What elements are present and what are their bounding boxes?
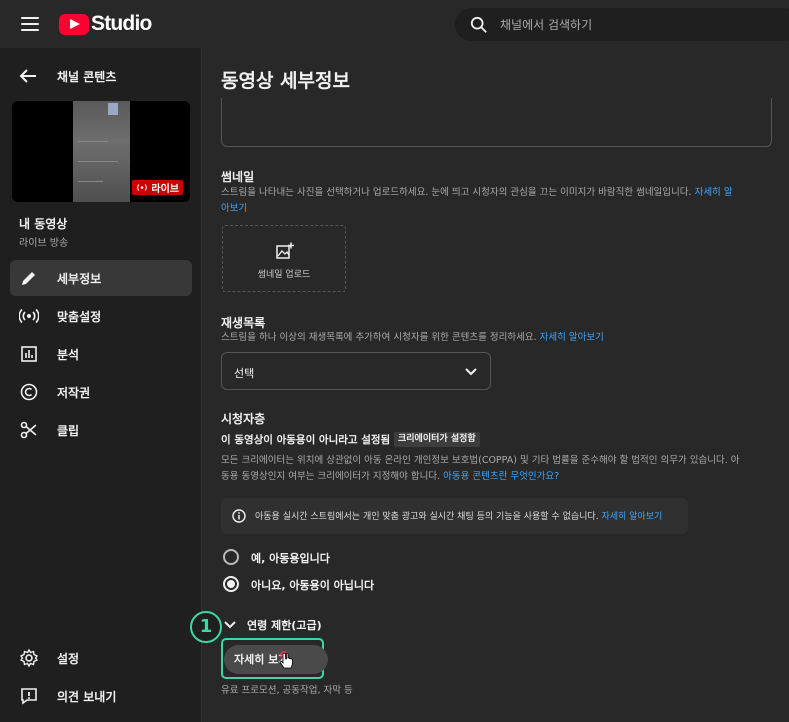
video-subtitle: 라이브 방송	[19, 238, 69, 249]
audience-desc-line2: 동용 동영상인지 여부는 크리에이터가 지정해야 합니다.	[221, 471, 441, 482]
studio-logo[interactable]: Studio	[59, 12, 152, 36]
sidebar-item-details[interactable]: 세부정보	[10, 260, 192, 296]
video-title: 내 동영상	[19, 217, 68, 231]
radio-made-for-kids-no[interactable]: 아니요, 아동용이 아닙니다	[223, 575, 523, 595]
live-broadcast-icon	[137, 184, 148, 191]
sidebar-item-feedback[interactable]: 의견 보내기	[10, 678, 192, 714]
thumbnail-learn-more-link-cont[interactable]: 아보기	[221, 203, 247, 214]
sidebar-item-copyright[interactable]: 저작권	[10, 374, 192, 410]
info-notice-text: 아동용 실시간 스트림에서는 개인 맞춤 광고와 실시간 채팅 등의 기능을 사…	[255, 509, 662, 522]
logo-text: Studio	[91, 12, 152, 35]
sidebar-item-clips[interactable]: 클립	[10, 412, 192, 448]
sidebar-item-label: 설정	[57, 652, 80, 666]
main-content: 동영상 세부정보 썸네일 스트림을 나타내는 사진을 선택하거나 업로드하세요.…	[203, 48, 789, 722]
thumbnail-section-title: 썸네일	[221, 170, 255, 184]
pencil-icon	[22, 272, 35, 285]
add-photo-icon	[276, 242, 294, 259]
page-title: 동영상 세부정보	[221, 70, 350, 92]
audience-desc-line1: 모든 크리에이터는 위치에 상관없이 아동 온라인 개인정보 보호법(COPPA…	[221, 455, 740, 466]
radio-made-for-kids-yes[interactable]: 예, 아동용입니다	[223, 548, 523, 568]
playlist-desc-text: 스트림을 하나 이상의 재생목록에 추가하여 시청자를 위한 콘텐츠를 정리하세…	[221, 332, 537, 343]
playlist-section-title: 재생목록	[221, 316, 266, 330]
copyright-icon	[20, 383, 38, 401]
info-notice: 아동용 실시간 스트림에서는 개인 맞춤 광고와 실시간 채팅 등의 기능을 사…	[221, 498, 688, 534]
thumbnail-learn-more-link[interactable]: 자세히 알	[695, 187, 733, 198]
audience-status: 이 동영상이 아동용이 아니라고 설정됨	[221, 434, 391, 446]
search-input[interactable]	[500, 9, 780, 40]
menu-icon[interactable]	[20, 14, 40, 34]
youtube-play-icon	[59, 13, 89, 35]
age-restriction-label: 연령 제한(고급)	[247, 619, 322, 632]
phone-screen-preview	[73, 101, 130, 202]
sidebar-item-settings[interactable]: 설정	[10, 640, 192, 676]
sidebar-item-label: 의견 보내기	[57, 690, 117, 704]
sidebar-item-label: 저작권	[57, 386, 91, 400]
info-icon	[232, 509, 246, 523]
broadcast-icon	[19, 308, 39, 324]
back-to-channel-content[interactable]: 채널 콘텐츠	[0, 64, 202, 88]
radio-label: 아니요, 아동용이 아닙니다	[251, 579, 375, 592]
description-textarea[interactable]	[221, 98, 772, 147]
sidebar-item-label: 분석	[57, 348, 80, 362]
show-more-button[interactable]: 자세히 보기	[224, 645, 328, 674]
radio-button[interactable]	[223, 576, 239, 592]
top-bar: Studio	[0, 0, 789, 48]
sidebar-item-analytics[interactable]: 분석	[10, 336, 192, 372]
thumbnail-section-desc: 스트림을 나타내는 사진을 선택하거나 업로드하세요. 눈에 띄고 시청자의 관…	[221, 185, 774, 217]
audience-section-title: 시청자층	[221, 412, 266, 426]
playlist-learn-more-link[interactable]: 자세히 알아보기	[540, 332, 604, 343]
hand-cursor-icon	[279, 651, 293, 669]
audience-section-desc: 모든 크리에이터는 위치에 상관없이 아동 온라인 개인정보 보호법(COPPA…	[221, 453, 774, 485]
arrow-back-icon[interactable]	[19, 68, 37, 84]
analytics-icon	[21, 346, 37, 362]
sidebar-item-customization[interactable]: 맞춤설정	[10, 298, 192, 334]
info-text: 아동용 실시간 스트림에서는 개인 맞춤 광고와 실시간 채팅 등의 기능을 사…	[255, 512, 599, 522]
live-badge-label: 라이브	[151, 184, 179, 195]
gear-icon	[19, 648, 39, 668]
playlist-select-value: 선택	[234, 367, 255, 380]
scissors-icon	[20, 421, 37, 439]
search-icon[interactable]	[470, 16, 488, 34]
sidebar-item-label: 맞춤설정	[57, 310, 102, 324]
kids-content-link[interactable]: 아동용 콘텐츠란 무엇인가요?	[443, 471, 559, 482]
thumbnail-desc-text: 스트림을 나타내는 사진을 선택하거나 업로드하세요. 눈에 띄고 시청자의 관…	[221, 187, 692, 198]
step-marker: 1	[190, 611, 222, 643]
show-more-desc: 유료 프로모션, 공동작업, 자막 등	[221, 685, 353, 696]
playlist-section-desc: 스트림을 하나 이상의 재생목록에 추가하여 시청자를 위한 콘텐츠를 정리하세…	[221, 330, 774, 346]
radio-button[interactable]	[223, 549, 239, 565]
radio-label: 예, 아동용입니다	[251, 552, 330, 565]
chevron-down-icon	[224, 621, 236, 629]
playlist-select[interactable]: 선택	[221, 352, 491, 390]
sidebar: 채널 콘텐츠 라이브 내 동영상 라이브 방송 세부정보 맞춤설정 분석 저작권…	[0, 48, 202, 722]
sidebar-item-label: 세부정보	[57, 272, 102, 286]
live-badge: 라이브	[132, 180, 183, 195]
sidebar-item-label: 클립	[57, 424, 80, 438]
creator-set-badge: 크리에이터가 설정함	[394, 432, 480, 447]
qr-code-icon	[108, 103, 118, 115]
thumbnail-upload-button[interactable]: 썸네일 업로드	[222, 225, 346, 292]
chevron-down-icon	[465, 368, 477, 376]
upload-label: 썸네일 업로드	[257, 270, 311, 280]
search-bar[interactable]	[455, 8, 789, 41]
back-label: 채널 콘텐츠	[57, 70, 117, 84]
info-learn-more-link[interactable]: 자세히 알아보기	[601, 512, 662, 522]
feedback-icon	[21, 688, 37, 705]
video-thumbnail[interactable]: 라이브	[12, 101, 190, 202]
